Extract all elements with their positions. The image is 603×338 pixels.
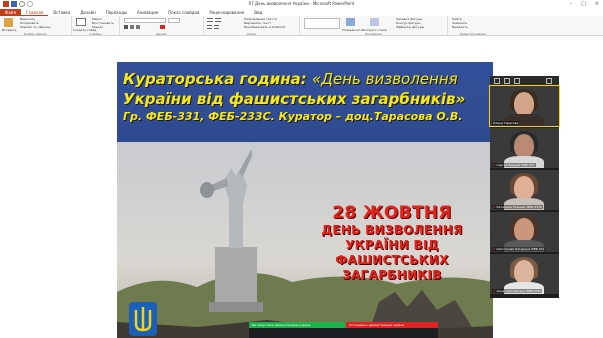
paragraph-group-label: Абзац bbox=[246, 32, 257, 36]
participant-tile[interactable]: Олена Тарасова bbox=[489, 85, 560, 127]
participant-avatar bbox=[514, 260, 534, 284]
drawing-group: Упорядочить Экспресс-стили Заливка фигур… bbox=[300, 16, 448, 36]
bold-icon[interactable] bbox=[124, 25, 128, 29]
format-painter-button[interactable]: Формат по образцу bbox=[20, 25, 51, 29]
tab-view[interactable]: Вид bbox=[249, 9, 267, 16]
participant-avatar bbox=[514, 176, 534, 200]
select-button[interactable]: Выделить bbox=[452, 25, 468, 29]
slides-group: Создать слайд Макет Восстановить Раздел … bbox=[72, 16, 120, 36]
participant-tile[interactable]: ✗ Сергей Бевдей ФЕБ-331 bbox=[490, 128, 559, 168]
gallery-view-icon[interactable] bbox=[514, 78, 520, 84]
shape-effects-button[interactable]: Эффекты фигуры bbox=[396, 25, 424, 29]
font-color-icon[interactable] bbox=[160, 25, 165, 29]
shapes-gallery[interactable] bbox=[304, 18, 340, 29]
participant-name: ✗ Шостакова Катерина ФЕБ-331 bbox=[492, 247, 546, 251]
font-group-label: Шрифт bbox=[155, 32, 168, 36]
poster-line-2: ДЕНЬ ВИЗВОЛЕННЯ bbox=[321, 223, 463, 237]
title-bar: 07 День визволення Укрaїни - Microsoft P… bbox=[0, 0, 603, 9]
quick-styles-icon[interactable] bbox=[370, 18, 379, 26]
tab-home[interactable]: Главная bbox=[21, 9, 49, 16]
tab-file[interactable]: Файл bbox=[0, 9, 22, 16]
minimize-video-icon[interactable] bbox=[494, 78, 500, 84]
slides-group-label: Слайды bbox=[89, 32, 102, 36]
participant-name: ✗ Анна Генглевська ФЕБ-233С bbox=[492, 289, 543, 293]
slide-title: Кураторська година: «День визволення Укр… bbox=[123, 69, 489, 109]
close-button[interactable]: × bbox=[595, 1, 599, 7]
poster-line-date: 28 ЖОВТНЯ bbox=[332, 203, 452, 223]
tab-animations[interactable]: Анимация bbox=[132, 9, 163, 16]
participant-name: ✗ Сергей Бевдей ФЕБ-331 bbox=[492, 163, 536, 167]
underline-icon[interactable] bbox=[136, 25, 140, 29]
tab-transitions[interactable]: Переходы bbox=[101, 9, 132, 16]
ribbon: Вставить Вырезать Копировать Формат по о… bbox=[0, 16, 603, 36]
section-button[interactable]: Раздел bbox=[92, 25, 103, 29]
tab-review[interactable]: Рецензирование bbox=[204, 9, 249, 16]
participant-name: Олена Тарасова bbox=[492, 121, 520, 125]
paste-icon[interactable] bbox=[4, 18, 13, 27]
maximize-button[interactable]: □ bbox=[581, 1, 586, 7]
paragraph-group: Направление текста Выровнять текст Преоб… bbox=[204, 16, 300, 36]
participant-tile[interactable]: ✗ Катерина Тельник ФЕБ-233С bbox=[490, 170, 559, 210]
new-slide-icon[interactable] bbox=[76, 18, 86, 26]
italic-icon[interactable] bbox=[130, 25, 134, 29]
clipboard-group-label: Буфер обмена bbox=[24, 32, 47, 36]
font-name-dropdown[interactable] bbox=[124, 18, 166, 23]
drawing-group-label: Рисование bbox=[365, 32, 382, 36]
window-title: 07 День визволення Укрaїни - Microsoft P… bbox=[248, 1, 355, 6]
view-toggle-icon[interactable] bbox=[504, 78, 510, 84]
participant-tile[interactable]: ✗ Шостакова Катерина ФЕБ-331 bbox=[490, 212, 559, 252]
font-group: Шрифт bbox=[120, 16, 204, 36]
tab-design[interactable]: Дизайн bbox=[75, 9, 101, 16]
tab-insert[interactable]: Вставка bbox=[48, 9, 75, 16]
slide-title-part2: «День визволення bbox=[312, 70, 458, 88]
ribbon-tabs: Файл Главная Вставка Дизайн Переходы Ани… bbox=[0, 9, 603, 16]
editing-group: Найти Заменить Выделить Редактирование bbox=[448, 16, 498, 36]
align-left-icon[interactable] bbox=[207, 25, 212, 29]
slide-title-line2: України від фашистських загарбників» bbox=[123, 90, 466, 108]
clipboard-group: Вставить Вырезать Копировать Формат по о… bbox=[0, 16, 72, 36]
participant-avatar bbox=[514, 92, 534, 116]
participant-avatar bbox=[514, 218, 534, 242]
bullets-icon[interactable] bbox=[207, 18, 213, 22]
meeting-controls-bar bbox=[249, 328, 438, 338]
tab-slideshow[interactable]: Показ слайдов bbox=[163, 9, 204, 16]
editing-group-label: Редактирование bbox=[459, 32, 487, 36]
window-controls: – □ × bbox=[570, 1, 599, 7]
font-size-dropdown[interactable] bbox=[168, 18, 180, 23]
participant-tile[interactable]: ✗ Анна Генглевська ФЕБ-233С bbox=[490, 254, 559, 294]
poster-line-4: ФАШИСТСЬКИХ bbox=[335, 253, 449, 267]
poster-line-5: ЗАГАРБНИКІВ bbox=[342, 268, 442, 282]
minimize-button[interactable]: – bbox=[570, 1, 573, 7]
more-options-icon[interactable] bbox=[546, 78, 552, 84]
slide-subtitle: Гр. ФЕБ-331, ФЕБ-233С. Куратор – доц.Тар… bbox=[123, 110, 463, 123]
align-center-icon[interactable] bbox=[214, 25, 219, 29]
numbering-icon[interactable] bbox=[215, 18, 221, 22]
participant-avatar bbox=[514, 134, 534, 158]
slide-title-part1: Кураторська година: bbox=[123, 70, 307, 88]
slide-poster-text: 28 ЖОВТНЯ ДЕНЬ ВИЗВОЛЕННЯ УКРАЇНИ ВІД ФА… bbox=[297, 204, 487, 283]
poster-line-3: УКРАЇНИ ВІД bbox=[345, 238, 439, 252]
participant-name: ✗ Катерина Тельник ФЕБ-233С bbox=[492, 205, 544, 209]
arrange-icon[interactable] bbox=[346, 18, 355, 26]
smartart-button[interactable]: Преобразовать в SmartArt bbox=[244, 25, 285, 29]
video-participants-panel: Олена Тарасова ✗ Сергей Бевдей ФЕБ-331 ✗… bbox=[489, 76, 560, 298]
video-panel-toolbar bbox=[490, 76, 559, 86]
current-slide[interactable]: Кураторська година: «День визволення Укр… bbox=[117, 62, 493, 338]
